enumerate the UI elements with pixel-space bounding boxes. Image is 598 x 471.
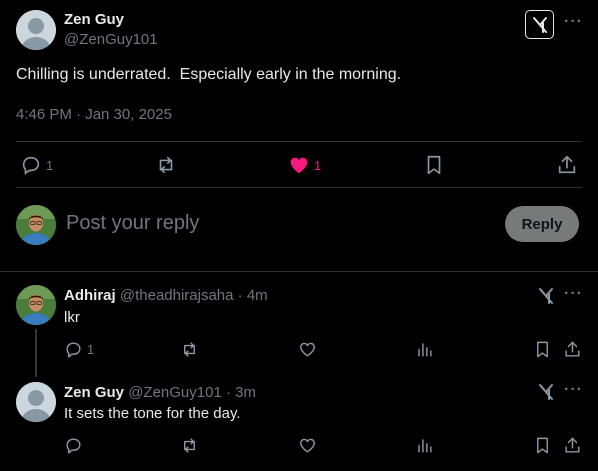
reply-count: 1: [87, 342, 95, 357]
bookmark-icon: [537, 341, 548, 358]
repost-icon: [159, 156, 173, 174]
author-name[interactable]: Adhiraj: [64, 287, 116, 304]
post-age[interactable]: 3m: [235, 384, 256, 401]
reply-text: It sets the tone for the day.: [64, 405, 241, 422]
views-action[interactable]: [415, 340, 434, 359]
share-icon: [565, 341, 580, 357]
repost-action[interactable]: [180, 436, 199, 455]
reply-icon: [22, 156, 40, 175]
reply-icon: [66, 342, 81, 359]
share-action[interactable]: [563, 436, 582, 455]
grok-icon: [532, 16, 547, 33]
like-icon: [290, 157, 308, 174]
reply-action[interactable]: [64, 436, 83, 455]
views-icon: [418, 343, 432, 357]
repost-action[interactable]: [155, 154, 177, 176]
reply-compose-input[interactable]: Post your reply: [66, 212, 486, 238]
default-avatar-icon: [16, 382, 56, 422]
reply-header: Zen Guy @ZenGuy101 · 3m: [64, 384, 256, 401]
grok-button[interactable]: [525, 10, 554, 39]
repost-icon: [184, 438, 195, 453]
reply-header: Adhiraj @theadhirajsaha · 4m: [64, 287, 268, 304]
bookmark-action[interactable]: [533, 436, 552, 455]
like-action[interactable]: [298, 436, 317, 455]
avatar[interactable]: [16, 10, 56, 50]
reply-icon: [66, 438, 81, 455]
avatar[interactable]: [16, 285, 56, 325]
author-name[interactable]: Zen Guy: [64, 11, 124, 28]
avatar[interactable]: [16, 382, 56, 422]
grok-icon[interactable]: [536, 286, 556, 306]
thread-line: [35, 329, 37, 377]
share-action[interactable]: [563, 340, 582, 359]
divider: [16, 187, 582, 188]
author-name[interactable]: Zen Guy: [64, 384, 124, 401]
author-handle[interactable]: @ZenGuy101: [64, 31, 158, 48]
post-timestamp[interactable]: 4:46 PM · Jan 30, 2025: [16, 106, 172, 123]
divider: [16, 141, 582, 142]
reply-button[interactable]: Reply: [505, 206, 579, 242]
views-icon: [418, 439, 432, 453]
like-action[interactable]: [298, 340, 317, 359]
bookmark-icon: [537, 437, 548, 454]
user-photo-icon: [16, 285, 56, 325]
bookmark-icon: [427, 155, 441, 175]
like-action[interactable]: 1: [288, 154, 321, 176]
bookmark-action[interactable]: [423, 154, 445, 176]
user-photo-icon: [16, 205, 56, 245]
more-icon[interactable]: ···: [564, 381, 583, 399]
reply-text: lkr: [64, 309, 80, 326]
separator: ·: [225, 384, 231, 401]
views-action[interactable]: [415, 436, 434, 455]
share-icon: [558, 155, 576, 174]
more-icon[interactable]: ···: [564, 13, 583, 31]
repost-icon: [184, 342, 195, 357]
post-text: Chilling is underrated. Especially early…: [16, 66, 402, 83]
share-icon: [565, 437, 580, 453]
repost-action[interactable]: [180, 340, 199, 359]
like-icon: [300, 342, 315, 357]
user-avatar[interactable]: [16, 205, 56, 245]
author-handle[interactable]: @ZenGuy101: [128, 384, 222, 401]
reply-count: 1: [46, 157, 54, 173]
author-handle[interactable]: @theadhirajsaha: [120, 287, 234, 304]
bookmark-action[interactable]: [533, 340, 552, 359]
separator: ·: [237, 287, 243, 304]
reply-action[interactable]: 1: [64, 340, 94, 359]
like-count: 1: [314, 157, 322, 173]
divider: [0, 271, 598, 272]
grok-icon[interactable]: [536, 382, 556, 402]
share-action[interactable]: [556, 154, 578, 176]
like-icon: [300, 438, 315, 453]
reply-action[interactable]: 1: [20, 154, 53, 176]
default-avatar-icon: [16, 10, 56, 50]
post-age[interactable]: 4m: [247, 287, 268, 304]
more-icon[interactable]: ···: [564, 285, 583, 303]
